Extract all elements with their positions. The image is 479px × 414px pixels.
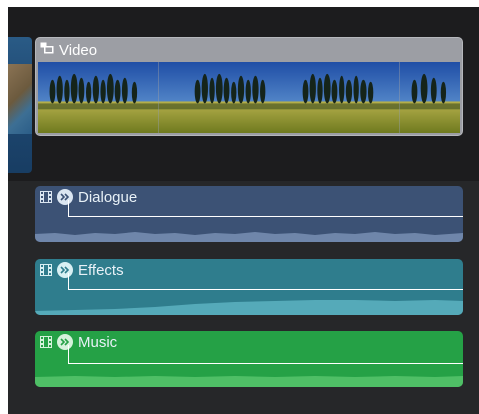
audio-clip-header: Music xyxy=(35,331,463,353)
video-clip-header: Video xyxy=(36,38,462,62)
video-clip[interactable]: Video xyxy=(35,37,463,136)
audio-clip-label: Music xyxy=(78,333,118,351)
audio-role-icon xyxy=(57,334,73,350)
audio-clip-label: Effects xyxy=(78,261,124,279)
filmstrip-frame xyxy=(399,62,461,133)
audio-role-icon xyxy=(57,189,73,205)
video-lane: Video xyxy=(8,7,479,181)
video-filmstrip xyxy=(38,62,461,133)
audio-clip-music[interactable]: Music xyxy=(35,331,463,387)
audio-clip-dialogue[interactable]: Dialogue xyxy=(35,186,463,242)
audio-clip-header: Effects xyxy=(35,259,463,281)
audio-clip-effects[interactable]: Effects xyxy=(35,259,463,315)
audio-clip-label: Dialogue xyxy=(78,188,138,206)
video-clip-label: Video xyxy=(59,41,98,59)
filmstrip-icon xyxy=(40,336,52,348)
filmstrip-icon xyxy=(40,264,52,276)
filmstrip-frame xyxy=(158,62,280,133)
audio-waveform xyxy=(35,287,463,315)
filmstrip-frame xyxy=(279,62,400,133)
audio-lane: Dialogue Effects Music xyxy=(8,181,479,414)
audio-role-icon xyxy=(57,262,73,278)
previous-clip-thumbnail xyxy=(8,64,32,134)
audio-clip-header: Dialogue xyxy=(35,186,463,208)
audio-waveform xyxy=(35,214,463,242)
filmstrip-frame xyxy=(38,62,159,133)
filmstrip-icon xyxy=(40,191,52,203)
timeline: Video Dialogue Effects Music xyxy=(8,7,479,414)
previous-clip[interactable] xyxy=(8,37,32,173)
connected-clip-icon xyxy=(40,41,54,59)
audio-waveform xyxy=(35,359,463,387)
